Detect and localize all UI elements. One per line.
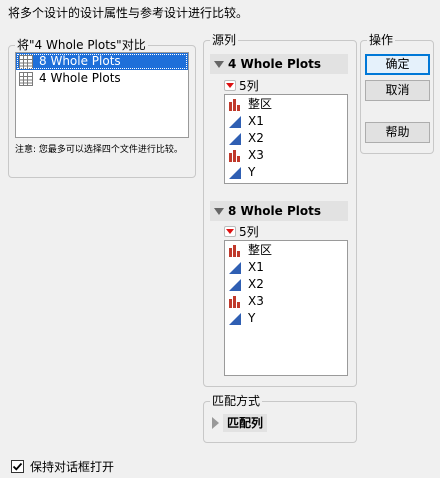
keep-open-option[interactable]: 保持对话框打开 <box>11 458 114 475</box>
continuous-blue-triangle-icon <box>228 261 242 275</box>
column-name: X1 <box>248 260 264 274</box>
disclosure-down-icon[interactable] <box>214 207 224 215</box>
nominal-red-bars-icon <box>228 149 242 163</box>
column-item[interactable]: Y <box>225 164 347 181</box>
column-name: 整区 <box>248 243 273 257</box>
table-header-8-whole-plots[interactable]: 8 Whole Plots <box>210 201 348 221</box>
column-item[interactable]: 整区 <box>225 242 347 259</box>
data-table-icon <box>19 71 33 86</box>
column-name: X1 <box>248 114 264 128</box>
table-header-4-whole-plots[interactable]: 4 Whole Plots <box>210 54 348 74</box>
match-columns-header[interactable]: 匹配列 <box>212 414 268 432</box>
compare-group-legend: 将"4 Whole Plots"对比 <box>15 37 148 53</box>
actions-legend: 操作 <box>367 32 396 48</box>
column-list-4-whole-plots[interactable]: 整区 X1 X2 X3 Y <box>224 94 348 184</box>
continuous-blue-triangle-icon <box>228 132 242 146</box>
red-triangle-menu-icon[interactable] <box>224 79 236 91</box>
disclosure-right-icon[interactable] <box>212 417 219 429</box>
column-item[interactable]: X2 <box>225 276 347 293</box>
disclosure-down-icon[interactable] <box>214 60 224 68</box>
column-item[interactable]: X1 <box>225 259 347 276</box>
column-count-button[interactable]: 5列 <box>224 223 259 239</box>
column-name: X3 <box>248 294 264 308</box>
match-columns-label: 匹配列 <box>223 414 268 432</box>
help-button[interactable]: 帮助 <box>365 122 430 143</box>
table-name: 8 Whole Plots <box>228 204 322 218</box>
compare-item-label: 8 Whole Plots <box>39 54 121 68</box>
column-item[interactable]: X2 <box>225 130 347 147</box>
compare-item-label: 4 Whole Plots <box>39 71 121 85</box>
compare-item-8-whole-plots[interactable]: 8 Whole Plots <box>16 53 188 70</box>
nominal-red-bars-icon <box>228 244 242 258</box>
column-name: X2 <box>248 131 264 145</box>
continuous-blue-triangle-icon <box>228 312 242 326</box>
column-list-8-whole-plots[interactable]: 整区 X1 X2 X3 Y <box>224 240 348 376</box>
ok-button[interactable]: 确定 <box>365 54 430 75</box>
red-triangle-menu-icon[interactable] <box>224 225 236 237</box>
continuous-blue-triangle-icon <box>228 166 242 180</box>
column-item[interactable]: 整区 <box>225 96 347 113</box>
source-columns-group: 源列 4 Whole Plots 5列 整区 X1 X2 X3 Y 8 Whol… <box>203 32 357 387</box>
match-group: 匹配方式 匹配列 <box>203 393 357 443</box>
column-name: 整区 <box>248 97 273 111</box>
column-count-label: 5列 <box>239 78 259 93</box>
column-count-button[interactable]: 5列 <box>224 77 259 93</box>
column-name: X3 <box>248 148 264 162</box>
column-item[interactable]: X1 <box>225 113 347 130</box>
continuous-blue-triangle-icon <box>228 278 242 292</box>
compare-group: 将"4 Whole Plots"对比 8 Whole Plots 4 Whole… <box>8 37 196 178</box>
column-item[interactable]: X3 <box>225 293 347 310</box>
checkmark-icon <box>12 462 23 471</box>
actions-group: 操作 确定 取消 帮助 <box>360 32 434 154</box>
data-table-icon <box>19 54 33 69</box>
cancel-button[interactable]: 取消 <box>365 80 430 101</box>
keep-open-checkbox[interactable] <box>11 460 24 473</box>
match-legend: 匹配方式 <box>210 393 263 409</box>
column-name: Y <box>248 165 256 179</box>
keep-open-label: 保持对话框打开 <box>30 460 115 474</box>
column-item[interactable]: X3 <box>225 147 347 164</box>
table-name: 4 Whole Plots <box>228 57 322 71</box>
instruction-text: 将多个设计的设计属性与参考设计进行比较。 <box>8 6 249 20</box>
column-name: X2 <box>248 277 264 291</box>
compare-item-4-whole-plots[interactable]: 4 Whole Plots <box>16 70 188 87</box>
compare-listbox[interactable]: 8 Whole Plots 4 Whole Plots <box>15 52 189 138</box>
column-count-label: 5列 <box>239 224 259 239</box>
source-columns-legend: 源列 <box>210 32 239 48</box>
nominal-red-bars-icon <box>228 98 242 112</box>
continuous-blue-triangle-icon <box>228 115 242 129</box>
nominal-red-bars-icon <box>228 295 242 309</box>
compare-note: 注意: 您最多可以选择四个文件进行比较。 <box>15 145 183 155</box>
column-item[interactable]: Y <box>225 310 347 327</box>
column-name: Y <box>248 311 256 325</box>
